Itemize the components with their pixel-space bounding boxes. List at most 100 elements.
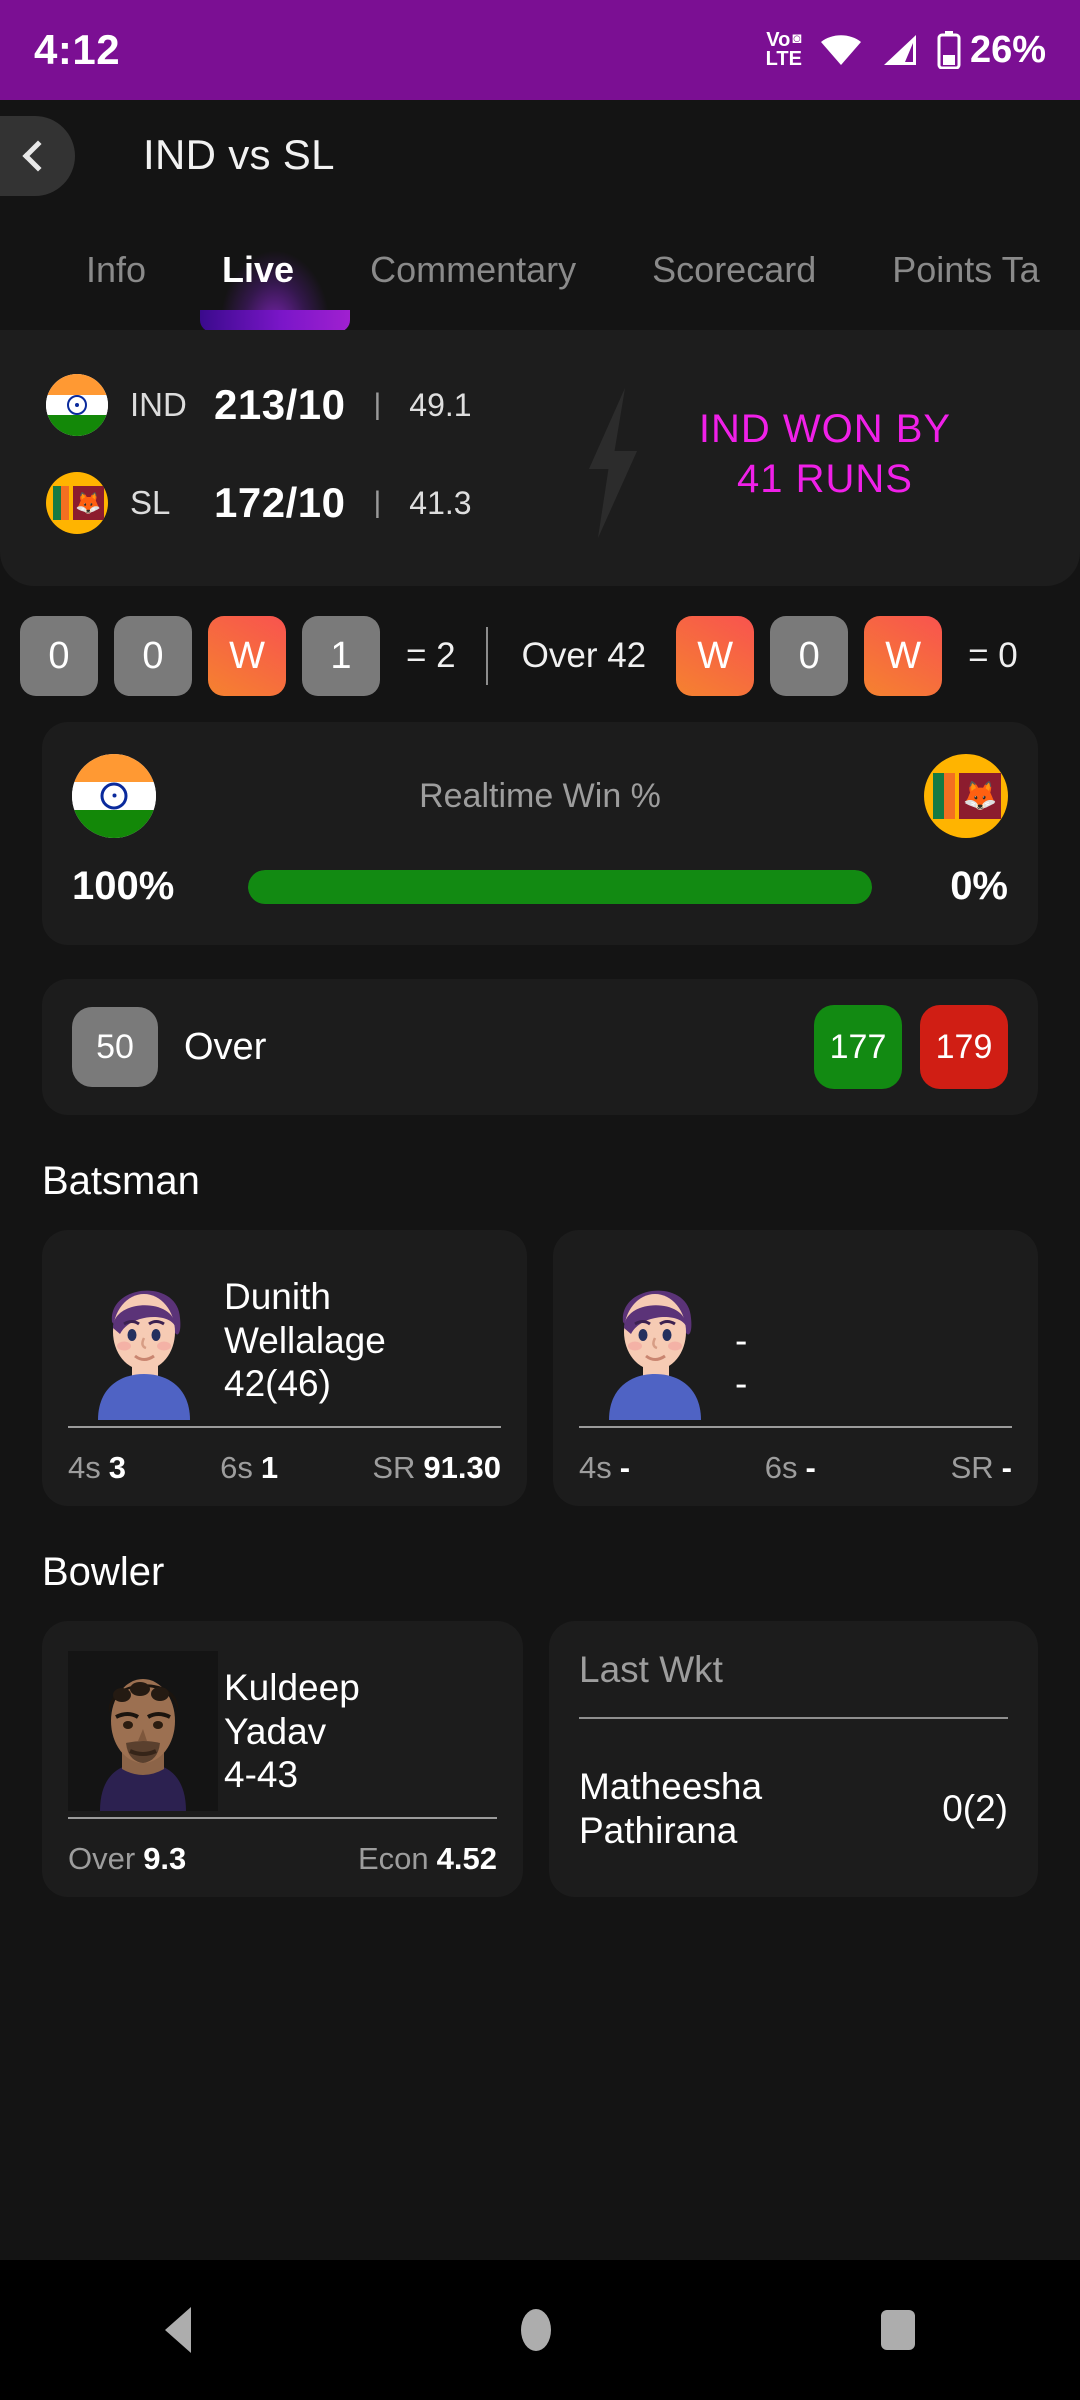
volte-label-bottom: LTE [765,48,802,70]
previous-over-total: = 2 [406,636,456,675]
over-number-label: Over 42 [521,636,647,675]
nav-back-triangle-icon[interactable] [165,2307,191,2353]
ball-outcome[interactable]: 0 [770,616,849,696]
page-title: IND vs SL [143,131,335,178]
ball-outcome[interactable]: 0 [20,616,98,696]
chevron-left-icon [22,140,54,172]
score-separator: | [373,486,382,519]
batsman-name-line2: Wellalage [224,1319,386,1361]
battery-icon [937,31,961,69]
india-flag-icon [46,374,108,436]
last-wicket-player: Matheesha Pathirana [579,1765,762,1854]
status-bar: 4:12 Vo ◙ LTE 26% [0,0,1080,100]
batsman-stats: 4s - 6s - SR - [579,1428,1012,1486]
win-percent-header: Realtime Win % 🦊 [72,754,1008,838]
win-percent-title: Realtime Win % [419,776,661,815]
tab-scorecard[interactable]: Scorecard [614,249,854,291]
over-badge: 50 [72,1007,158,1087]
batsman-name-line1: - [735,1319,748,1361]
team-score-row-ind: IND 213/10 | 49.1 [46,374,600,436]
batsman-card[interactable]: Dunith Wellalage 42(46) 4s 3 6s 1 SR 91.30 [42,1230,527,1506]
ball-outcome-wicket[interactable]: W [208,616,286,696]
bowler-stats: Over 9.3 Econ 4.52 [68,1819,497,1877]
stat-fours: 4s - [579,1450,631,1485]
ball-outcome[interactable]: 1 [302,616,380,696]
ball-outcome-wicket[interactable]: W [676,616,755,696]
batsman-info: Dunith Wellalage 42(46) [224,1275,501,1420]
batsman-cards: Dunith Wellalage 42(46) 4s 3 6s 1 SR 91.30 [0,1230,1080,1506]
match-result-line2: 41 RUNS [737,457,913,501]
status-icons: Vo ◙ LTE 26% [766,29,1046,72]
app-screen: 4:12 Vo ◙ LTE 26% IND vs SL Info Live Co… [0,0,1080,2400]
stat-fours: 4s 3 [68,1450,126,1485]
last-wicket-card[interactable]: Last Wkt Matheesha Pathirana 0(2) [549,1621,1038,1897]
player-avatar-icon [609,1290,701,1420]
match-result-line1: IND WON BY [698,407,952,451]
win-percent-right-value: 0% [950,864,1008,908]
team-code: SL [130,484,171,521]
lightning-bolt-icon [589,388,637,538]
bowler-info: Kuldeep Yadav 4-43 [224,1666,497,1811]
nav-recents-square-icon[interactable] [881,2310,915,2350]
back-button[interactable] [0,116,75,196]
stat-sixes: 6s - [764,1450,816,1485]
strip-divider [485,627,488,685]
bowler-figures: 4-43 [224,1754,299,1796]
batsman-score: 42(46) [224,1363,331,1405]
last-wicket-score: 0(2) [942,1788,1008,1829]
over-green-value[interactable]: 177 [814,1005,902,1089]
batsman-stats: 4s 3 6s 1 SR 91.30 [68,1428,501,1486]
win-percent-bar-row: 100% 0% [72,864,1008,909]
player-avatar-icon [98,1290,190,1420]
app-header: IND vs SL [0,100,1080,210]
india-flag-icon [72,754,156,838]
bowler-name-line2: Yadav [224,1710,327,1752]
realtime-win-percent-card: Realtime Win % 🦊 100% 0% [42,722,1038,945]
stat-overs: Over 9.3 [68,1841,187,1876]
over-red-value[interactable]: 179 [920,1005,1008,1089]
team-score-row-sl: 🦊 SL 172/10 | 41.3 [46,472,600,534]
team-overs: 49.1 [409,386,472,423]
stat-sixes: 6s 1 [220,1450,279,1485]
ball-by-ball-strip: 0 0 W 1 = 2 Over 42 W 0 W = 0 [0,586,1080,722]
team-code: IND [130,386,187,423]
cellular-signal-icon [883,35,916,65]
match-result: IND WON BY 41 RUNS [600,404,1080,504]
team-runs: 172/10 [214,479,346,526]
srilanka-flag-icon: 🦊 [924,754,1008,838]
ball-outcome[interactable]: 0 [114,616,192,696]
batsman-info: - - [735,1319,1012,1420]
battery-status: 26% [937,29,1046,72]
batsman-section-title: Batsman [42,1159,200,1203]
tab-commentary[interactable]: Commentary [332,249,614,291]
win-percent-bar-fill [248,869,872,904]
over-summary-card: 50 Over 177 179 [42,979,1038,1115]
last-wicket-title: Last Wkt [579,1649,723,1690]
win-percent-bar [248,869,872,904]
wifi-icon [820,35,861,65]
bowler-photo-icon [68,1651,218,1811]
tab-points-table[interactable]: Points Ta [854,249,1077,291]
bowler-card[interactable]: Kuldeep Yadav 4-43 Over 9.3 Econ 4.52 [42,1621,523,1897]
ball-outcome-wicket[interactable]: W [864,616,943,696]
batsman-card[interactable]: - - 4s - 6s - SR - [553,1230,1038,1506]
team-scores: IND 213/10 | 49.1 🦊 SL 172/10 | 41.3 [0,374,600,534]
battery-percent: 26% [969,28,1046,71]
match-score-panel: IND 213/10 | 49.1 🦊 SL 172/10 | 41.3 IND… [0,330,1080,586]
tab-bar: Info Live Commentary Scorecard Points Ta [0,200,1080,360]
android-nav-bar [0,2260,1080,2400]
batsman-name-line2: - [735,1363,748,1405]
tab-info[interactable]: Info [48,249,184,291]
score-separator: | [373,388,382,421]
over-label: Over [184,1025,267,1068]
team-overs: 41.3 [409,484,472,521]
tab-live[interactable]: Live [184,249,332,291]
volte-icon: Vo ◙ LTE [765,29,802,70]
nav-home-circle-icon[interactable] [521,2309,551,2351]
active-tab-indicator [200,310,350,332]
batsman-name-line1: Dunith [224,1276,331,1318]
last-wicket-name-line1: Matheesha [579,1765,763,1807]
bowler-name-line1: Kuldeep [224,1667,360,1709]
bowler-cards: Kuldeep Yadav 4-43 Over 9.3 Econ 4.52 Last… [0,1621,1080,1897]
last-wicket-name-line2: Pathirana [579,1810,738,1851]
